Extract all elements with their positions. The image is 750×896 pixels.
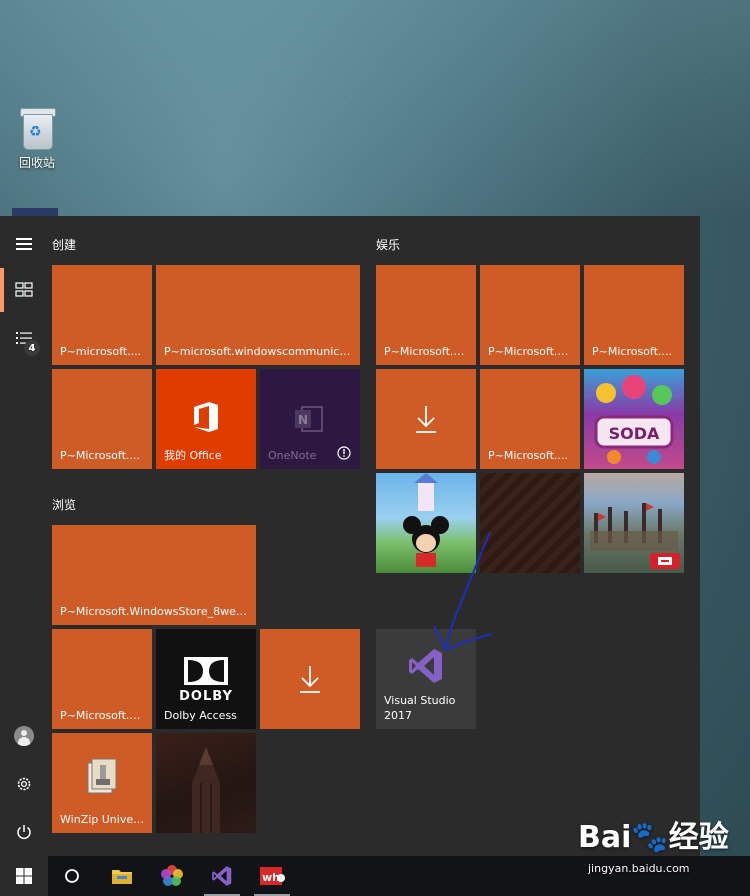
tile-dark-wood[interactable] <box>480 473 580 573</box>
tile-onenote[interactable]: N OneNote <box>260 369 360 469</box>
tile-label: P~microsoft.windowscommunicat... <box>164 345 354 358</box>
tile-label: P~Microsoft.Z... <box>488 345 574 358</box>
tile-label: 我的 Office <box>164 449 222 462</box>
visual-studio-logo-icon <box>409 649 442 683</box>
download-arrow-icon <box>300 666 320 693</box>
recycle-bin-icon[interactable]: ♻ 回收站 <box>12 106 62 171</box>
folder-icon <box>112 870 132 884</box>
cortana-circle-icon <box>65 869 79 883</box>
tile-dolby-access[interactable]: DOLBY Dolby Access <box>156 629 256 729</box>
gear-icon <box>17 777 31 791</box>
user-avatar-icon <box>14 726 34 746</box>
tile-label-line2: 2017 <box>384 709 412 722</box>
start-button[interactable] <box>0 856 48 896</box>
all-apps-button[interactable]: 4 <box>0 316 48 360</box>
tile-march-of-empires[interactable] <box>584 473 684 573</box>
group-title-entertainment[interactable]: 娱乐 <box>376 236 400 253</box>
windows-logo-icon <box>16 868 32 884</box>
tile-label: P~Microsoft.... <box>60 449 140 462</box>
tile-ent-download[interactable] <box>376 369 476 469</box>
hamburger-menu-button[interactable] <box>0 222 48 266</box>
mickey-character-icon <box>403 473 449 567</box>
tile-label: OneNote <box>268 449 317 462</box>
app-w6-icon: wh <box>260 867 285 885</box>
tile-label: P~Microsoft.B... <box>60 709 146 722</box>
tile-label: P~Microsoft.WindowsStore_8wek... <box>60 605 250 618</box>
tile-visual-studio-2017[interactable]: Visual Studio 2017 <box>376 629 476 729</box>
svg-text:N: N <box>298 413 308 427</box>
tile-browse-2[interactable]: P~Microsoft.B... <box>52 629 152 729</box>
onenote-logo-icon: N <box>295 406 323 432</box>
tile-ent-3[interactable]: P~Microsoft.... <box>584 265 684 365</box>
candy-crush-wordmark: SODA <box>608 424 660 443</box>
visual-studio-icon <box>212 866 232 886</box>
taskbar-visual-studio[interactable] <box>198 856 246 896</box>
tile-browse-download[interactable] <box>260 629 360 729</box>
tile-create-3[interactable]: P~Microsoft.... <box>52 369 152 469</box>
tiles-view-icon <box>15 282 33 297</box>
recycle-bin-graphic: ♻ <box>19 106 56 150</box>
winzip-logo-icon <box>87 758 117 794</box>
tile-browse-store[interactable]: P~Microsoft.WindowsStore_8wek... <box>52 525 256 625</box>
download-arrow-icon <box>416 406 436 433</box>
group-title-browse[interactable]: 浏览 <box>52 496 76 513</box>
tile-create-1[interactable]: P~microsoft.... <box>52 265 152 365</box>
tile-create-2[interactable]: P~microsoft.windowscommunicat... <box>156 265 360 365</box>
tile-label: WinZip Univer... <box>60 813 146 826</box>
dolby-wordmark: DOLBY <box>179 689 233 704</box>
tile-label-line1: Visual Studio <box>384 694 456 707</box>
tile-label-block: Visual Studio 2017 <box>384 693 455 723</box>
baidu-watermark-url: jingyan.baidu.com <box>588 862 690 875</box>
office-logo-icon <box>194 402 218 432</box>
tile-label: P~Microsoft.... <box>488 449 568 462</box>
settings-button[interactable] <box>0 762 48 806</box>
gameloft-logo-icon <box>650 553 680 569</box>
group-title-create[interactable]: 创建 <box>52 236 76 253</box>
tile-ent-1[interactable]: P~Microsoft.X... <box>376 265 476 365</box>
tile-ent-2[interactable]: P~Microsoft.Z... <box>480 265 580 365</box>
taskbar-photos-app[interactable] <box>148 856 196 896</box>
pencil-icon <box>192 747 220 833</box>
notification-badge: 4 <box>24 340 40 356</box>
tile-ent-4[interactable]: P~Microsoft.... <box>480 369 580 469</box>
taskbar-app-w6[interactable]: wh <box>248 856 296 896</box>
user-account-button[interactable] <box>0 714 48 758</box>
tile-label: P~microsoft.... <box>60 345 142 358</box>
candy-crush-art-icon <box>594 375 674 464</box>
tile-winzip[interactable]: WinZip Univer... <box>52 733 152 833</box>
power-button[interactable] <box>0 810 48 854</box>
tile-label: P~Microsoft.... <box>592 345 672 358</box>
dolby-logo-icon <box>184 657 228 685</box>
desktop-wallpaper <box>0 0 750 216</box>
tile-disney-game[interactable] <box>376 473 476 573</box>
color-wheel-icon <box>161 865 183 886</box>
tile-label: Dolby Access <box>164 709 237 722</box>
tile-candy-crush-soda[interactable]: SODA <box>584 369 684 469</box>
tile-my-office[interactable]: 我的 Office <box>156 369 256 469</box>
power-icon <box>17 825 31 840</box>
start-menu: 4 创建 浏览 娱乐 P~microsoft.... P~microsoft.w… <box>0 216 700 856</box>
start-rail: 4 <box>0 216 48 856</box>
hamburger-icon <box>16 235 32 253</box>
recycle-bin-label: 回收站 <box>18 156 55 170</box>
taskbar-file-explorer[interactable] <box>98 856 146 896</box>
tile-label: P~Microsoft.X... <box>384 345 470 358</box>
tile-sketchbook[interactable] <box>156 733 256 833</box>
baidu-watermark: Bai🐾经验 <box>578 820 729 855</box>
tiles-view-button[interactable] <box>0 268 48 312</box>
cortana-button[interactable] <box>48 856 96 896</box>
